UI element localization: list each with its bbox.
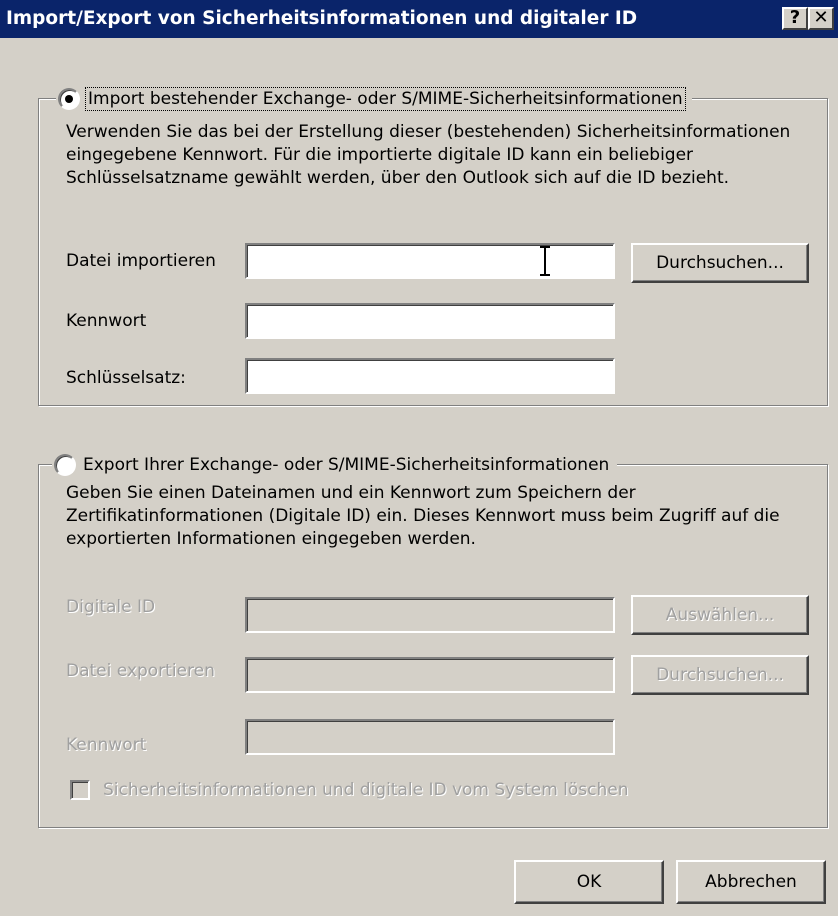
help-button[interactable]: ? bbox=[782, 7, 808, 30]
import-description: Verwenden Sie das bei der Erstellung die… bbox=[66, 122, 791, 188]
close-button[interactable]: ✕ bbox=[808, 7, 834, 30]
digital-id-label: Digitale ID bbox=[66, 597, 156, 617]
export-password-label: Kennwort bbox=[66, 735, 147, 755]
cancel-button[interactable]: Abbrechen bbox=[676, 860, 826, 904]
ok-button[interactable]: OK bbox=[514, 860, 664, 904]
delete-checkbox-label: Sicherheitsinformationen und digitale ID… bbox=[103, 780, 629, 800]
digital-id-field bbox=[245, 597, 615, 633]
radio-selected-dot bbox=[65, 95, 73, 103]
delete-checkbox bbox=[70, 780, 90, 800]
import-radio[interactable]: Import bestehender Exchange- oder S/MIME… bbox=[56, 86, 692, 112]
text-cursor-icon bbox=[540, 246, 550, 276]
export-file-field bbox=[245, 657, 615, 693]
import-radio-button[interactable] bbox=[58, 88, 80, 110]
title-bar: Import/Export von Sicherheitsinformation… bbox=[0, 0, 838, 38]
export-radio[interactable]: Export Ihrer Exchange- oder S/MIME-Siche… bbox=[52, 452, 618, 478]
import-file-label: Datei importieren bbox=[66, 251, 216, 271]
import-password-field[interactable] bbox=[245, 303, 615, 339]
export-radio-label[interactable]: Export Ihrer Exchange- oder S/MIME-Siche… bbox=[83, 455, 609, 475]
select-button: Auswählen... bbox=[631, 595, 809, 635]
import-browse-button[interactable]: Durchsuchen... bbox=[631, 243, 809, 283]
import-password-label: Kennwort bbox=[66, 311, 147, 331]
export-description: Geben Sie einen Dateinamen und ein Kennw… bbox=[66, 483, 780, 549]
export-browse-button: Durchsuchen... bbox=[631, 655, 809, 695]
import-keyset-field[interactable] bbox=[245, 358, 615, 394]
export-file-label: Datei exportieren bbox=[66, 661, 215, 681]
window-title: Import/Export von Sicherheitsinformation… bbox=[6, 8, 638, 29]
import-file-field[interactable] bbox=[245, 243, 615, 279]
export-password-field bbox=[245, 719, 615, 755]
import-radio-label[interactable]: Import bestehender Exchange- oder S/MIME… bbox=[85, 87, 686, 111]
import-keyset-label: Schlüsselsatz: bbox=[66, 368, 186, 388]
export-radio-button[interactable] bbox=[54, 454, 76, 476]
